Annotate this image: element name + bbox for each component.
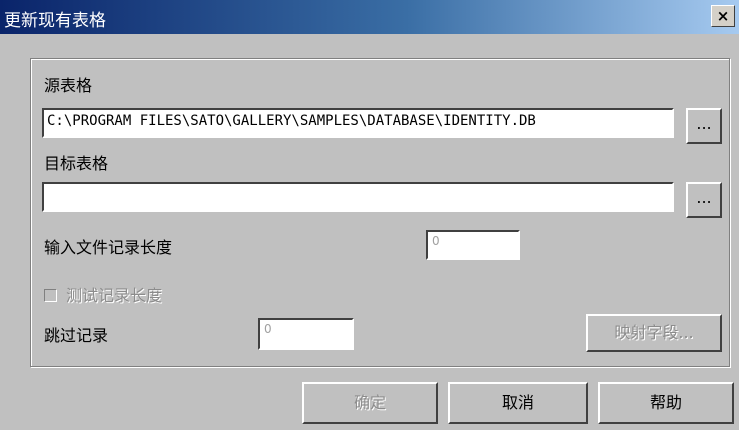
- cancel-button[interactable]: 取消: [448, 382, 588, 424]
- record-length-label: 输入文件记录长度: [44, 238, 173, 257]
- target-table-input[interactable]: [42, 182, 674, 212]
- test-length-checkbox[interactable]: [44, 289, 57, 302]
- source-browse-button[interactable]: ...: [686, 108, 722, 144]
- target-table-label: 目标表格: [44, 154, 109, 173]
- source-table-input[interactable]: C:\PROGRAM FILES\SATO\GALLERY\SAMPLES\DA…: [42, 108, 674, 138]
- close-button[interactable]: ×: [711, 5, 735, 27]
- test-length-label: 测试记录长度: [66, 286, 163, 305]
- skip-records-input[interactable]: 0: [258, 318, 354, 350]
- skip-records-label: 跳过记录: [44, 326, 109, 345]
- map-fields-button[interactable]: 映射字段...: [586, 314, 722, 352]
- update-table-dialog: 更新现有表格 × 源表格 C:\PROGRAM FILES\SATO\GALLE…: [0, 0, 739, 430]
- title-bar: 更新现有表格 ×: [0, 0, 739, 34]
- window-title: 更新现有表格: [4, 11, 106, 31]
- target-browse-button[interactable]: ...: [686, 182, 722, 218]
- help-button[interactable]: 帮助: [598, 382, 734, 424]
- source-table-label: 源表格: [44, 76, 93, 95]
- record-length-input[interactable]: 0: [426, 230, 520, 260]
- ok-button[interactable]: 确定: [302, 382, 438, 424]
